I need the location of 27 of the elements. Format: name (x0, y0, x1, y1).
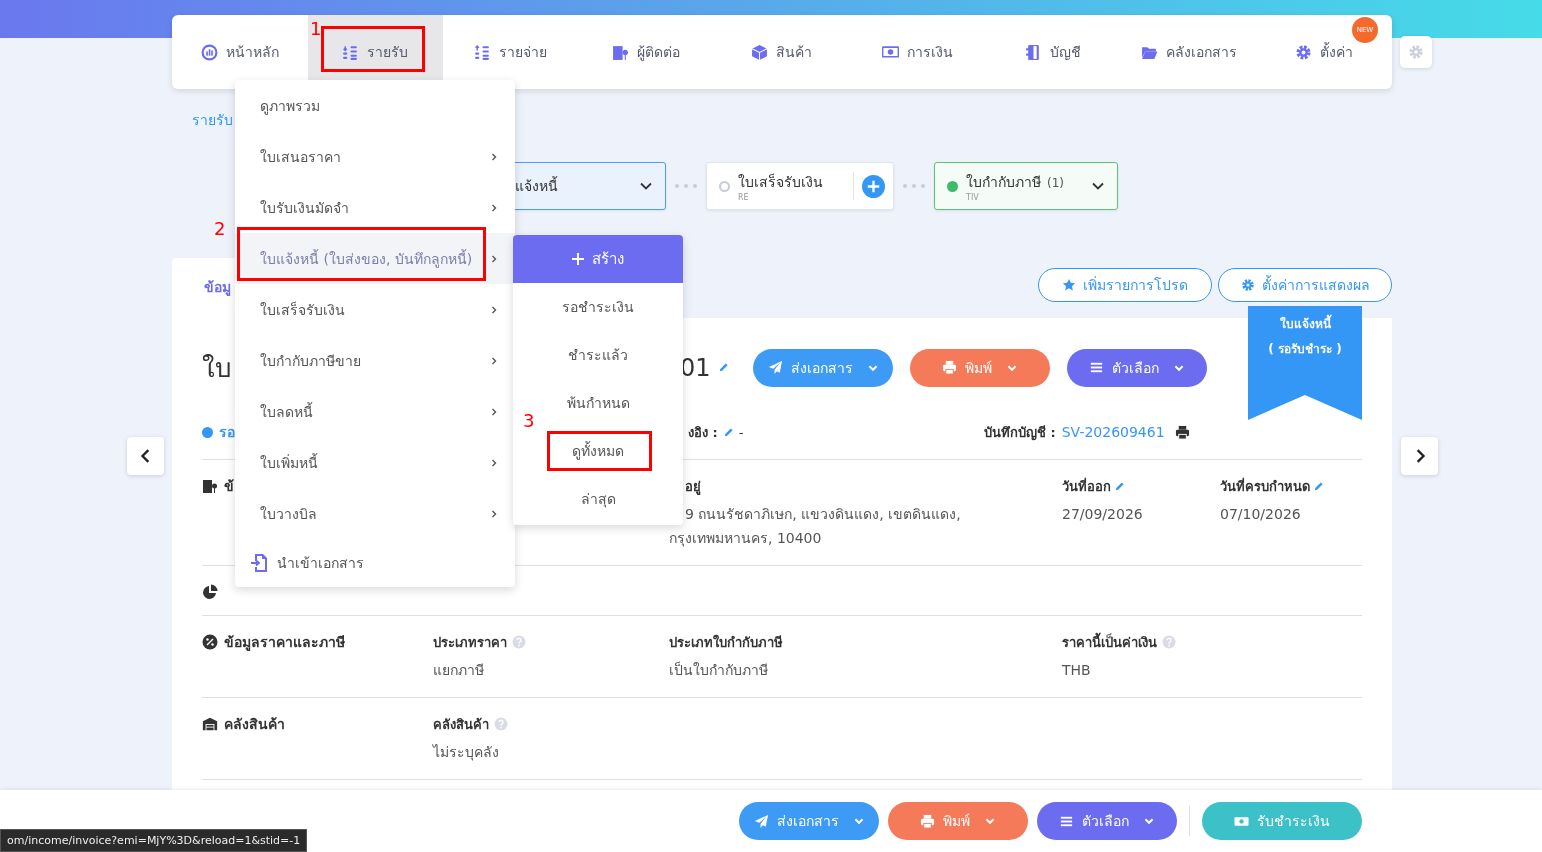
step-number: 2 (214, 218, 226, 239)
section-title: ข้อมูลราคาและภาษี (224, 633, 345, 653)
reference-value: - (738, 424, 744, 440)
journal-label: บันทึกบัญชี : (984, 423, 1056, 443)
field-value: แยกภาษี (433, 661, 485, 680)
section-title: คลังสินค้า (224, 715, 285, 734)
step-number: 1 (310, 18, 322, 39)
field-value: THB (1062, 661, 1092, 680)
field-value: ไม่ระบุคลัง (433, 743, 500, 763)
step-number: 3 (523, 410, 535, 431)
field-value: เป็นใบกำกับภาษี (669, 660, 769, 680)
status-text: รอ (219, 423, 235, 442)
field-label: อยู่ (685, 477, 701, 497)
field-value: 07/10/2026 (1220, 505, 1302, 524)
field-value: 9 ถนนรัชดาภิเษก, แขวงดินแดง, เขตดินแดง, กรุงเทพมหานคร, 10400 (669, 505, 962, 549)
section-title: ข้ (224, 477, 234, 496)
link-preview: om/income/invoice?emi=MjY%3D&reload=1&stid=-1 (0, 829, 308, 852)
reference-label: งอิง : (688, 423, 718, 442)
field-value: 27/09/2026 (1062, 505, 1144, 524)
field-label: คลังสินค้า (433, 715, 489, 734)
field-label: ประเภทราคา (433, 633, 507, 652)
field-label: วันที่ครบกำหนด (1220, 476, 1310, 496)
field-label: ประเภทใบกำกับภาษี (669, 633, 783, 652)
status-ribbon: ใบแจ้งหนี้ ( รอรับชำระ ) (1248, 306, 1362, 420)
field-label: วันที่ออก (1062, 476, 1111, 496)
document-title: ใบ (202, 353, 232, 383)
field-label: ราคานี้เป็นค่าเงิน (1062, 631, 1157, 652)
